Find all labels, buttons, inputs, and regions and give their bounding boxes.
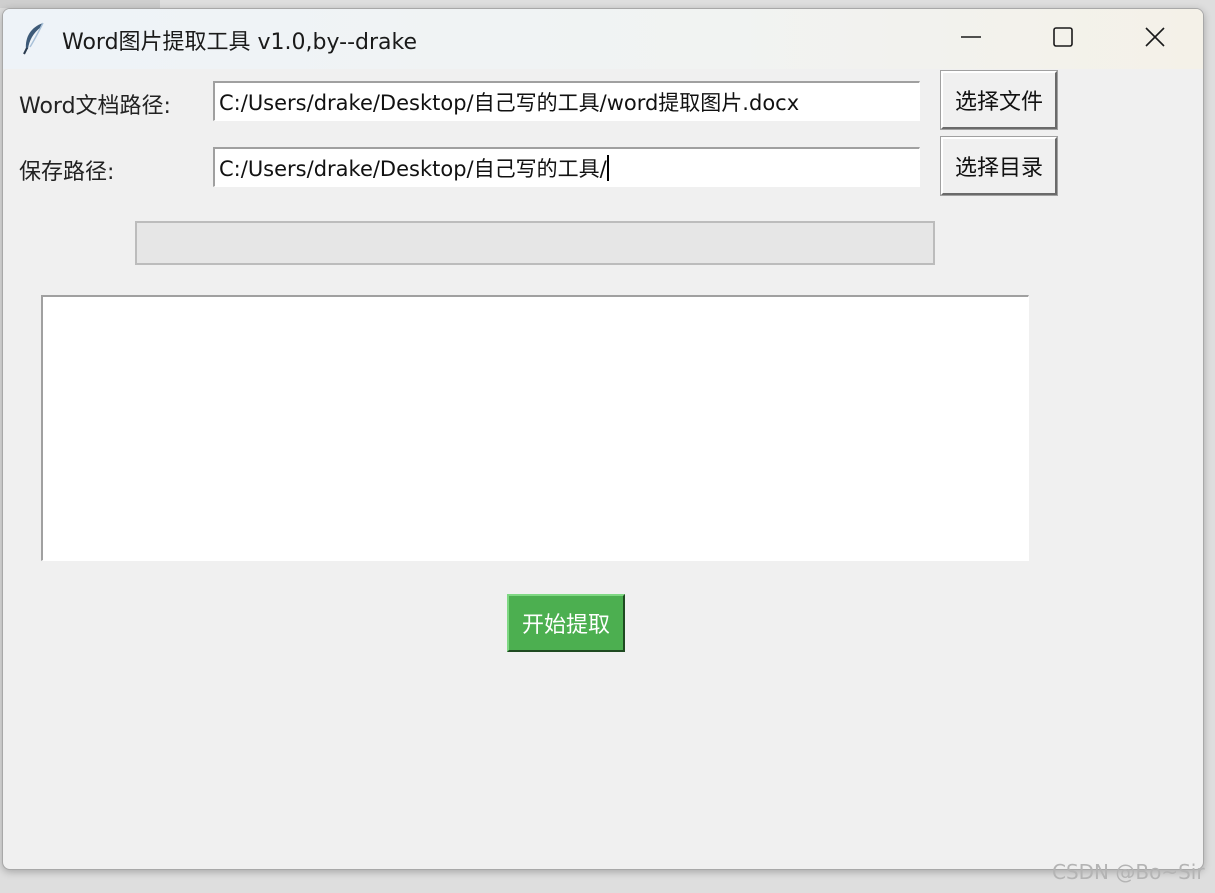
minimize-icon [960,26,982,52]
maximize-button[interactable] [1017,9,1109,69]
doc-path-input[interactable]: C:/Users/drake/Desktop/自己写的工具/word提取图片.d… [213,81,920,121]
save-path-text: C:/Users/drake/Desktop/自己写的工具/ [219,157,607,181]
close-icon [1144,26,1166,52]
log-textbox[interactable] [41,295,1029,561]
title-bar[interactable]: Word图片提取工具 v1.0,by--drake [3,9,1203,69]
text-caret [606,155,609,181]
progress-bar [135,221,935,265]
app-window: Word图片提取工具 v1.0,by--drake Word文档路径: C:/U… [2,8,1204,870]
desktop-edge [0,0,160,8]
select-directory-button[interactable]: 选择目录 [940,136,1058,196]
doc-path-label: Word文档路径: [19,94,171,119]
watermark-text: CSDN @Bo~Sir [1052,860,1205,884]
select-file-button[interactable]: 选择文件 [940,70,1058,130]
save-path-input[interactable]: C:/Users/drake/Desktop/自己写的工具/ [213,147,920,187]
window-title: Word图片提取工具 v1.0,by--drake [62,30,417,55]
feather-icon [21,21,49,55]
minimize-button[interactable] [925,9,1017,69]
save-path-label: 保存路径: [19,160,115,185]
maximize-icon [1052,26,1074,52]
close-button[interactable] [1109,9,1201,69]
start-extract-button[interactable]: 开始提取 [507,594,625,652]
doc-path-text: C:/Users/drake/Desktop/自己写的工具/word提取图片.d… [219,91,800,115]
